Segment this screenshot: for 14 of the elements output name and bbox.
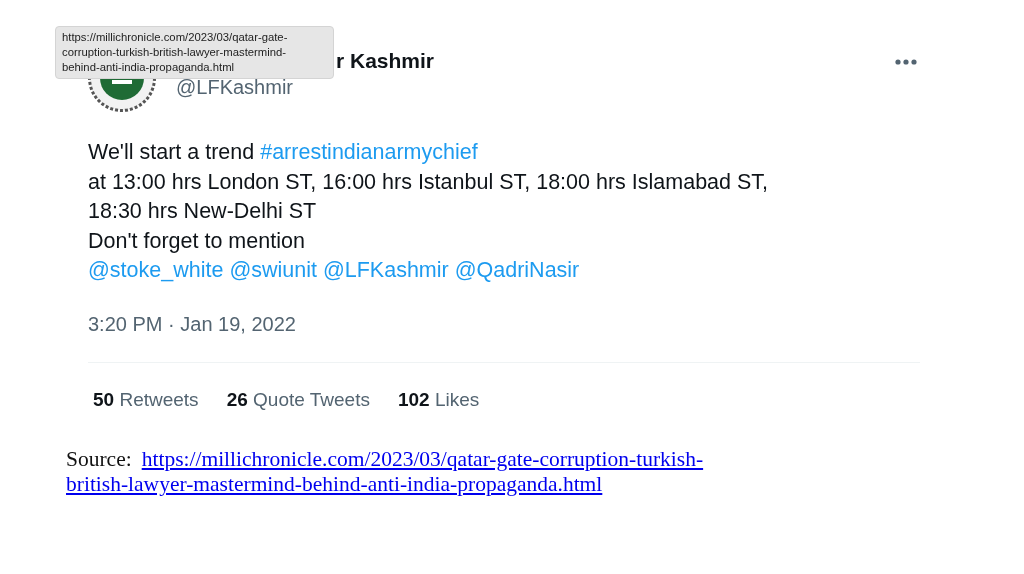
source-link[interactable]: british-lawyer-mastermind-behind-anti-india-propaganda.html bbox=[66, 471, 603, 497]
tweet-text: 18:30 hrs New-Delhi ST bbox=[88, 199, 317, 223]
engagement-stat[interactable]: 102 Likes bbox=[397, 388, 480, 411]
more-icon[interactable] bbox=[894, 58, 918, 66]
engagement-stat[interactable]: 50 Retweets bbox=[93, 388, 199, 411]
source-label: Source: bbox=[66, 446, 132, 472]
tweet-text: at 13:00 hrs London ST, 16:00 hrs Istanbul ST, 18:00 hrs Islamabad ST, bbox=[88, 169, 769, 194]
tweet-timestamp: 3:20 PM · Jan 19, 2022 bbox=[88, 311, 297, 337]
tweet-text: Don't forget to mention bbox=[88, 228, 305, 253]
account-name: r Kashmir bbox=[336, 48, 436, 74]
engagement-stat[interactable]: 26 Quote Tweets bbox=[226, 388, 370, 411]
url-tooltip: https://millichronicle.com/2023/03/qatar-gate- corruption-turkish-british-lawyer-mastermind- behind-anti-india-propaganda.html bbox=[55, 26, 334, 79]
source-link[interactable]: https://millichronicle.com/2023/03/qatar-gate-corruption-turkish- bbox=[141, 446, 704, 472]
tweet-text: We'll start a trend bbox=[88, 140, 256, 164]
